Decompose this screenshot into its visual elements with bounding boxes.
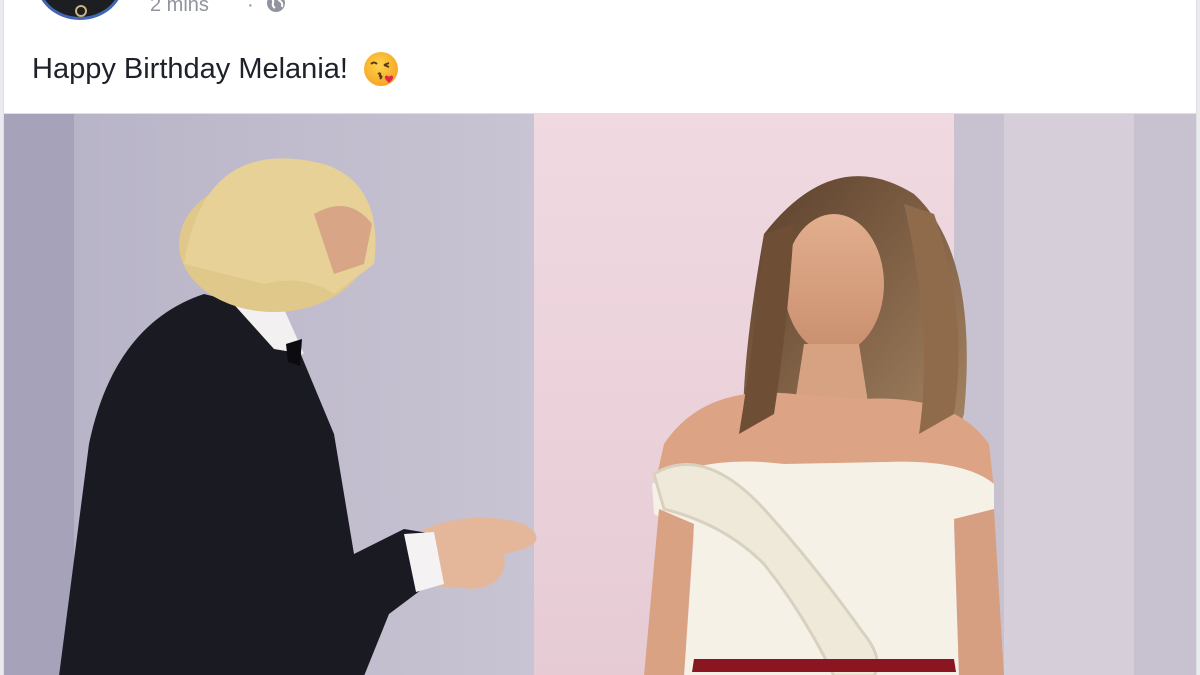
photo-illustration (4, 114, 1196, 675)
meta-separator: · (247, 0, 254, 16)
post-header: 2 mins · (4, 0, 1196, 30)
globe-icon[interactable] (264, 0, 288, 14)
post-card: 2 mins · Happy Birthday Melania! (3, 0, 1197, 675)
face-blowing-a-kiss-icon (362, 50, 400, 88)
post-message: Happy Birthday Melania! (32, 50, 400, 88)
post-photo[interactable] (4, 113, 1196, 675)
avatar[interactable] (36, 0, 124, 20)
post-message-text: Happy Birthday Melania! (32, 52, 348, 85)
avatar-emblem (75, 5, 87, 17)
post-timestamp[interactable]: 2 mins (150, 0, 209, 17)
